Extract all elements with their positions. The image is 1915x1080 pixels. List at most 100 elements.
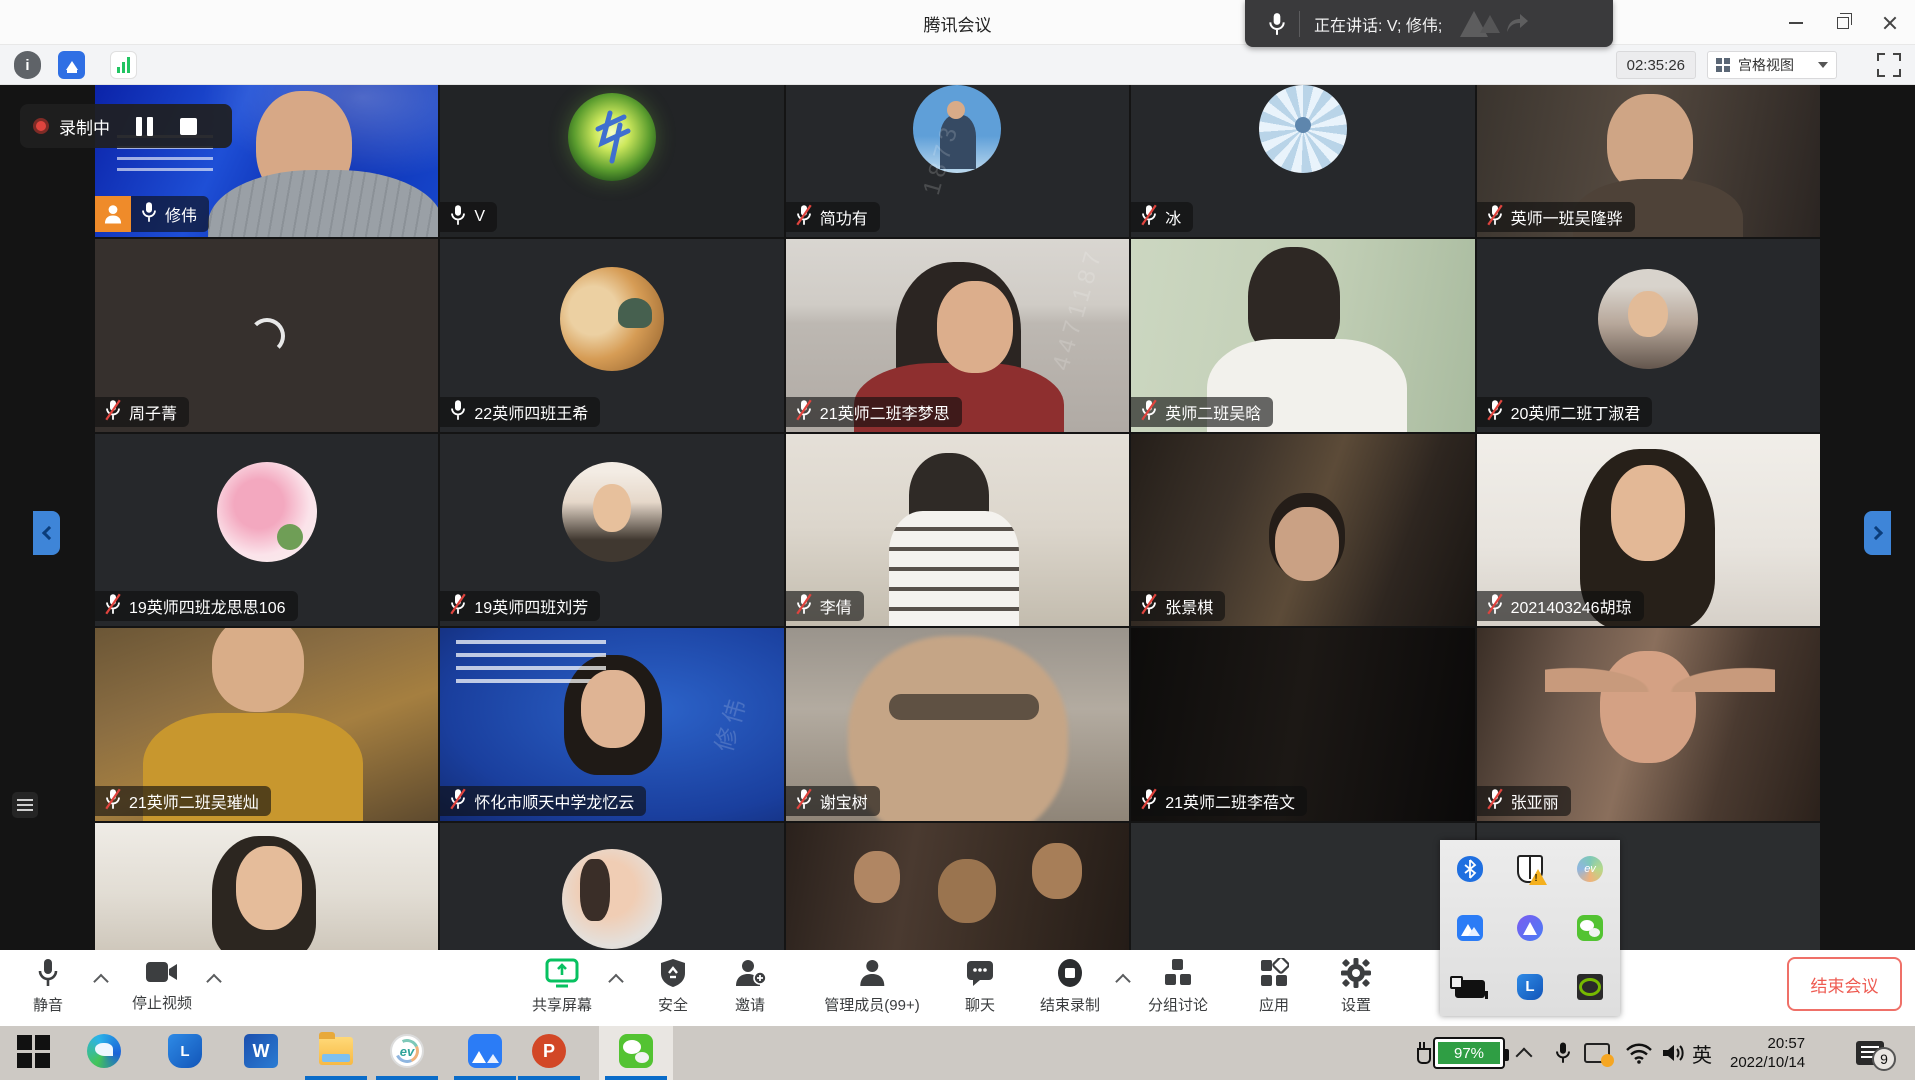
breakout-rooms-button[interactable]: 分组讨论	[1148, 958, 1208, 1015]
clock[interactable]: 20:572022/10/14	[1730, 1026, 1805, 1080]
chat-button[interactable]: 聊天	[965, 958, 995, 1015]
participant-tile[interactable]: 张景棋	[1131, 434, 1474, 626]
previous-page-arrow[interactable]	[33, 511, 60, 555]
participant-tile[interactable]: 19英师四班刘芳	[440, 434, 783, 626]
bluetooth-icon[interactable]	[1457, 856, 1483, 882]
tray-mic-icon[interactable]	[1554, 1026, 1572, 1080]
participant-name: 张景棋	[1165, 594, 1213, 618]
mic-muted-icon	[104, 592, 122, 621]
lenovo-shield-icon[interactable]: L	[168, 1034, 202, 1068]
name-label: 英师二班吴晗	[1131, 397, 1273, 427]
notification-badge: 9	[1872, 1047, 1896, 1071]
name-label: 英师一班吴隆骅	[1477, 202, 1635, 232]
stop-recording-button[interactable]	[180, 118, 197, 135]
name-label: 2021403246胡琼	[1477, 591, 1644, 621]
mic-muted-icon	[449, 787, 467, 816]
pause-recording-button[interactable]	[136, 117, 153, 136]
participant-tile[interactable]	[95, 823, 438, 950]
tray-expand-chevron[interactable]	[1518, 1026, 1530, 1080]
battery-plug-icon[interactable]	[1455, 980, 1485, 998]
apps-button[interactable]: 应用	[1259, 958, 1289, 1015]
edge-icon[interactable]	[87, 1034, 121, 1068]
participant-tile[interactable]: 英师二班吴晗	[1131, 239, 1474, 432]
tray-date: 2022/10/14	[1730, 1053, 1805, 1072]
participant-tile[interactable]: 周子菁	[95, 239, 438, 432]
participant-tile[interactable]: 20英师二班丁淑君	[1477, 239, 1820, 432]
participant-tile[interactable]: 冰	[1131, 85, 1474, 237]
network-quality-icon[interactable]	[58, 51, 85, 79]
video-options-chevron[interactable]	[206, 974, 222, 990]
participant-name: 21英师二班李梦思	[820, 400, 950, 424]
name-label: 19英师四班龙思思106	[95, 591, 298, 621]
ev-swirl-icon[interactable]: ev	[1577, 856, 1603, 882]
mic-muted-icon	[104, 398, 122, 427]
participant-name: V	[474, 208, 485, 226]
participant-tile[interactable]: 谢宝树	[786, 628, 1129, 821]
invite-button[interactable]: 邀请	[734, 958, 766, 1015]
video-feed	[1131, 823, 1474, 950]
fullscreen-icon[interactable]	[1877, 53, 1901, 77]
meeting-app-icon[interactable]	[468, 1034, 502, 1068]
avatar	[217, 462, 317, 562]
security-button[interactable]: 安全	[658, 958, 688, 1015]
systray-overflow-popup: ev L	[1440, 840, 1620, 1016]
stop-record-button[interactable]: 结束录制	[1040, 958, 1100, 1015]
share-options-chevron[interactable]	[608, 974, 624, 990]
file-explorer-icon[interactable]	[319, 1037, 353, 1065]
wifi-icon[interactable]	[1625, 1026, 1653, 1080]
participant-tile[interactable]: 简功有	[786, 85, 1129, 237]
share-screen-icon	[545, 958, 579, 988]
participant-tile[interactable]: 李倩	[786, 434, 1129, 626]
participant-tile[interactable]	[440, 823, 783, 950]
mute-button[interactable]: 静音	[33, 958, 63, 1015]
open-app-indicator	[605, 1076, 667, 1080]
close-button[interactable]	[1883, 16, 1897, 30]
participant-tile[interactable]: 19英师四班龙思思106	[95, 434, 438, 626]
participant-tile[interactable]: V	[440, 85, 783, 237]
participant-tile[interactable]: 22英师四班王希	[440, 239, 783, 432]
start-button[interactable]	[17, 1035, 51, 1069]
signal-bars-icon[interactable]	[110, 51, 137, 79]
mic-muted-icon	[1140, 592, 1158, 621]
view-mode-dropdown[interactable]: 宫格视图	[1707, 51, 1837, 79]
minimize-button[interactable]	[1789, 22, 1803, 24]
restore-button[interactable]	[1837, 17, 1849, 29]
record-options-chevron[interactable]	[1115, 974, 1131, 990]
cast-status-icon[interactable]	[1584, 1026, 1610, 1080]
participant-tile[interactable]	[1131, 823, 1474, 950]
participant-name: 19英师四班龙思思106	[129, 594, 286, 618]
ime-language-indicator[interactable]: 英	[1692, 1026, 1712, 1080]
wechat-icon[interactable]	[1577, 915, 1603, 941]
participant-name: 英师一班吴隆骅	[1511, 205, 1623, 229]
speaker-icon[interactable]	[1661, 1026, 1685, 1080]
notification-center[interactable]: 9	[1856, 1026, 1884, 1080]
lenovo-shield-icon[interactable]: L	[1517, 974, 1543, 1000]
meeting-info-icon[interactable]: i	[14, 51, 41, 79]
member-list-toggle-icon[interactable]	[12, 792, 38, 818]
wechat-icon[interactable]	[619, 1034, 653, 1068]
name-label: 张亚丽	[1477, 786, 1571, 816]
mute-options-chevron[interactable]	[93, 974, 109, 990]
stop-video-button[interactable]: 停止视频	[132, 958, 192, 1013]
participant-tile[interactable]: 2021403246胡琼	[1477, 434, 1820, 626]
battery-status[interactable]: 97%	[1415, 1026, 1505, 1080]
defender-warning-icon[interactable]	[1517, 855, 1543, 883]
participant-tile[interactable]: 21英师二班吴璀灿	[95, 628, 438, 821]
settings-button[interactable]: 设置	[1341, 958, 1371, 1015]
a-mountain-icon[interactable]	[1517, 915, 1543, 941]
share-screen-button[interactable]: 共享屏幕	[532, 958, 592, 1015]
nvidia-icon[interactable]	[1577, 974, 1603, 1000]
name-label: 李倩	[786, 591, 864, 621]
manage-members-button[interactable]: 管理成员(99+)	[824, 958, 919, 1015]
participant-tile[interactable]: 英师一班吴隆骅	[1477, 85, 1820, 237]
name-label: 周子菁	[95, 397, 189, 427]
ev-capture-icon[interactable]: ev	[390, 1034, 424, 1068]
participant-tile[interactable]: 张亚丽	[1477, 628, 1820, 821]
word-icon[interactable]: W	[244, 1034, 278, 1068]
participant-tile[interactable]	[786, 823, 1129, 950]
end-meeting-button[interactable]: 结束会议	[1787, 957, 1902, 1011]
next-page-arrow[interactable]	[1864, 511, 1891, 555]
powerpoint-icon[interactable]: P	[532, 1034, 566, 1068]
participant-tile[interactable]: 21英师二班李蓓文	[1131, 628, 1474, 821]
meeting-app-icon[interactable]	[1457, 915, 1483, 941]
